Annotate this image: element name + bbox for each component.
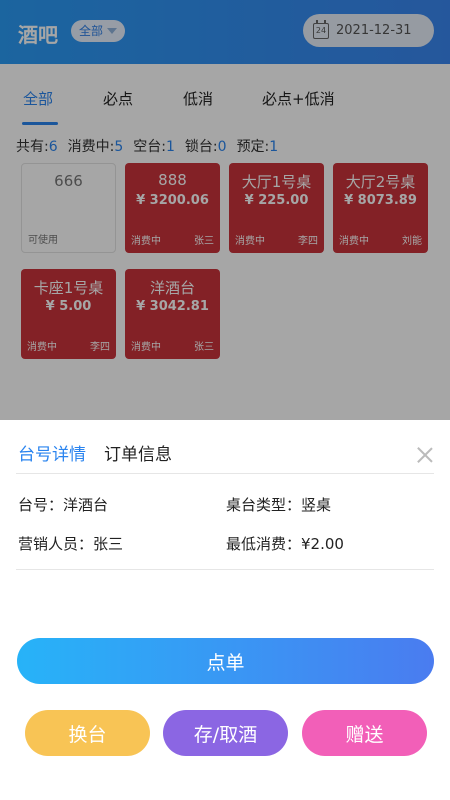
- min-spend-value: ¥2.00: [301, 535, 344, 553]
- change-table-button[interactable]: 换台: [25, 710, 150, 756]
- table-type-value: 竖桌: [301, 496, 332, 514]
- sales-row: 营销人员：张三: [18, 535, 124, 553]
- divider: [16, 473, 434, 474]
- table-no-row: 台号：洋酒台: [18, 496, 109, 514]
- close-icon[interactable]: [416, 446, 434, 464]
- modal-backdrop[interactable]: [0, 0, 450, 420]
- store-wine-button[interactable]: 存/取酒: [163, 710, 288, 756]
- table-no-value: 洋酒台: [63, 496, 109, 514]
- order-button[interactable]: 点单: [17, 638, 434, 684]
- sales-value: 张三: [93, 535, 124, 553]
- divider: [16, 569, 434, 570]
- min-spend-row: 最低消费：¥2.00: [226, 535, 344, 553]
- table-detail-sheet: 台号详情 订单信息 台号：洋酒台 桌台类型：竖桌 营销人员：张三 最低消费：¥2…: [0, 420, 450, 800]
- tab-table-details[interactable]: 台号详情: [18, 440, 86, 465]
- gift-button[interactable]: 赠送: [302, 710, 427, 756]
- table-type-row: 桌台类型：竖桌: [226, 496, 332, 514]
- tab-order-info[interactable]: 订单信息: [104, 440, 172, 465]
